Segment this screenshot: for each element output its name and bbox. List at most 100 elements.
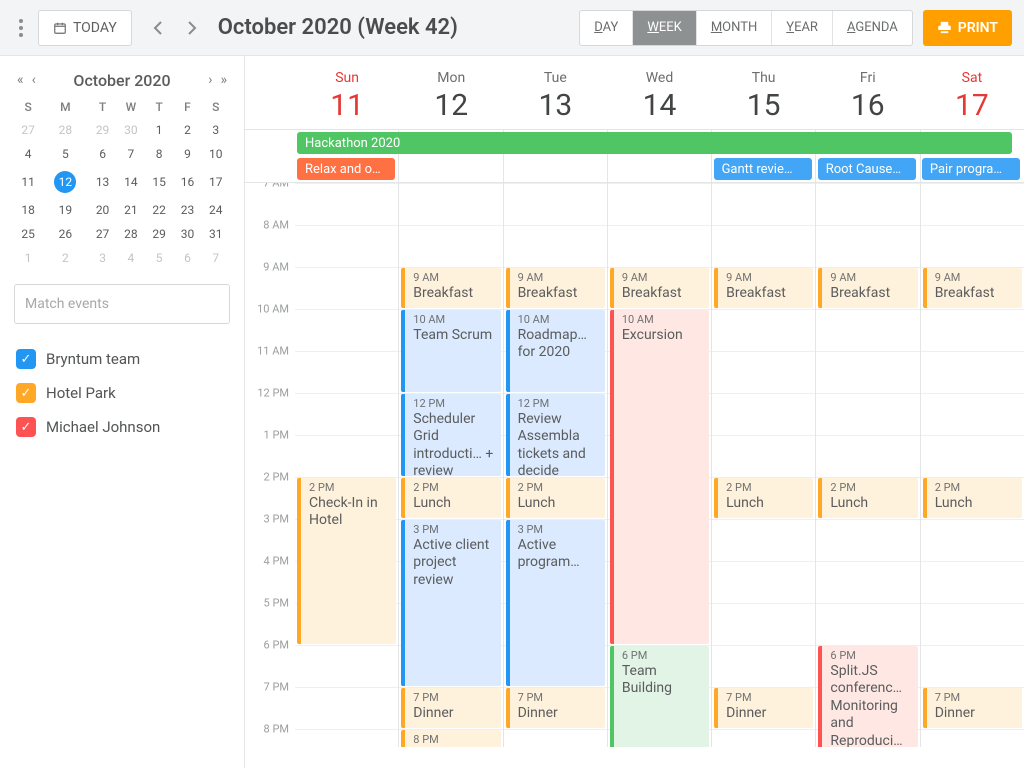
mini-day[interactable]: 5 bbox=[145, 246, 173, 270]
time-grid[interactable]: 7 AM8 AM9 AM10 AM11 AM12 PM1 PM2 PM3 PM4… bbox=[245, 183, 1024, 747]
view-month[interactable]: MONTH bbox=[697, 11, 772, 45]
calendar-event[interactable]: 9 AMBreakfast bbox=[610, 268, 709, 308]
day-header[interactable]: Tue13 bbox=[503, 56, 607, 129]
day-header[interactable]: Thu15 bbox=[712, 56, 816, 129]
view-week[interactable]: WEEK bbox=[633, 11, 696, 45]
allday-event[interactable]: Pair progra… bbox=[922, 158, 1020, 180]
mini-day[interactable]: 17 bbox=[202, 166, 230, 198]
mini-day[interactable]: 28 bbox=[42, 118, 88, 142]
mini-day[interactable]: 27 bbox=[88, 222, 116, 246]
overflow-menu-icon[interactable] bbox=[12, 13, 30, 43]
mini-day[interactable]: 25 bbox=[14, 222, 42, 246]
calendar-event[interactable]: 7 PMDinner bbox=[401, 688, 500, 728]
mini-day[interactable]: 26 bbox=[42, 222, 88, 246]
mini-day[interactable]: 20 bbox=[88, 198, 116, 222]
calendar-event[interactable]: 2 PMCheck-In in Hotel bbox=[297, 478, 396, 644]
calendar-event[interactable]: 9 AMBreakfast bbox=[818, 268, 917, 308]
view-agenda[interactable]: AGENDA bbox=[833, 11, 912, 45]
calendar-event[interactable]: 2 PMLunch bbox=[506, 478, 605, 518]
calendar-event[interactable]: 6 PMSplit.JS conferenc… Monitoring and R… bbox=[818, 646, 917, 747]
next-button[interactable] bbox=[176, 12, 208, 44]
allday-event[interactable]: Hackathon 2020 bbox=[297, 132, 1012, 154]
day-header[interactable]: Sat17 bbox=[920, 56, 1024, 129]
calendar-event[interactable]: 9 AMBreakfast bbox=[714, 268, 813, 308]
view-day[interactable]: DAY bbox=[580, 11, 633, 45]
day-column[interactable]: 9 AMBreakfast 2 PMLunch 7 PMDinner bbox=[711, 183, 815, 747]
day-header[interactable]: Fri16 bbox=[816, 56, 920, 129]
mini-day[interactable]: 2 bbox=[42, 246, 88, 270]
calendar-event[interactable]: 12 PMReview Assembla tickets and decide bbox=[506, 394, 605, 476]
calendar-event[interactable]: 9 AMBreakfast bbox=[401, 268, 500, 308]
calendar-event[interactable]: 3 PMActive program… bbox=[506, 520, 605, 686]
day-column[interactable]: 2 PMCheck-In in Hotel bbox=[295, 183, 398, 747]
calendar-event[interactable]: 2 PMLunch bbox=[923, 478, 1022, 518]
mini-day[interactable]: 9 bbox=[173, 142, 201, 166]
mini-day[interactable]: 7 bbox=[117, 142, 145, 166]
calendar-event[interactable]: 2 PMLunch bbox=[401, 478, 500, 518]
mini-day[interactable]: 21 bbox=[117, 198, 145, 222]
calendar-event[interactable]: 6 PMTeam Building bbox=[610, 646, 709, 747]
allday-event[interactable]: Gantt revie… bbox=[714, 158, 812, 180]
day-header[interactable]: Mon12 bbox=[399, 56, 503, 129]
mini-day[interactable]: 19 bbox=[42, 198, 88, 222]
mini-day[interactable]: 6 bbox=[173, 246, 201, 270]
mini-day[interactable]: 8 bbox=[145, 142, 173, 166]
mini-day[interactable]: 29 bbox=[88, 118, 116, 142]
view-year[interactable]: YEAR bbox=[772, 11, 833, 45]
day-header[interactable]: Sun11 bbox=[295, 56, 399, 129]
mini-prev-month[interactable]: ‹ bbox=[29, 70, 39, 90]
mini-day[interactable]: 6 bbox=[88, 142, 116, 166]
mini-day[interactable]: 18 bbox=[14, 198, 42, 222]
mini-day[interactable]: 11 bbox=[14, 166, 42, 198]
day-header[interactable]: Wed14 bbox=[607, 56, 711, 129]
search-input[interactable] bbox=[14, 284, 230, 324]
mini-next-month[interactable]: › bbox=[205, 70, 215, 90]
calendar-event[interactable]: 8 PM bbox=[401, 730, 500, 747]
mini-day[interactable]: 5 bbox=[42, 142, 88, 166]
mini-day[interactable]: 29 bbox=[145, 222, 173, 246]
mini-day[interactable]: 27 bbox=[14, 118, 42, 142]
calendar-event[interactable]: 10 AMTeam Scrum bbox=[401, 310, 500, 392]
mini-day[interactable]: 1 bbox=[145, 118, 173, 142]
mini-day[interactable]: 16 bbox=[173, 166, 201, 198]
today-button[interactable]: TODAY bbox=[38, 10, 132, 46]
calendar-event[interactable]: 9 AMBreakfast bbox=[923, 268, 1022, 308]
mini-day[interactable]: 2 bbox=[173, 118, 201, 142]
print-button[interactable]: PRINT bbox=[923, 10, 1012, 46]
mini-day[interactable]: 4 bbox=[14, 142, 42, 166]
day-column[interactable]: 9 AMBreakfast 2 PMLunch 6 PMSplit.JS confe… bbox=[815, 183, 919, 747]
mini-day[interactable]: 3 bbox=[88, 246, 116, 270]
allday-event[interactable]: Relax and o… bbox=[297, 158, 395, 180]
mini-day[interactable]: 30 bbox=[173, 222, 201, 246]
calendar-event[interactable]: 3 PMActive client project review bbox=[401, 520, 500, 686]
allday-event[interactable]: Root Cause… bbox=[818, 158, 916, 180]
calendar-event[interactable]: 12 PMScheduler Grid introducti… + review bbox=[401, 394, 500, 476]
calendar-event[interactable]: 10 AMExcursion bbox=[610, 310, 709, 644]
day-column[interactable]: 9 AMBreakfast10 AMTeam Scrum12 PMSchedul… bbox=[398, 183, 502, 747]
calendar-event[interactable]: 10 AMRoadmap… for 2020 bbox=[506, 310, 605, 392]
mini-day[interactable]: 14 bbox=[117, 166, 145, 198]
calendar-event[interactable]: 7 PMDinner bbox=[506, 688, 605, 728]
mini-day[interactable]: 13 bbox=[88, 166, 116, 198]
day-column[interactable]: 9 AMBreakfast10 AMRoadmap… for 202012 PM… bbox=[503, 183, 607, 747]
mini-day[interactable]: 3 bbox=[202, 118, 230, 142]
calendar-event[interactable]: 7 PMDinner bbox=[714, 688, 813, 728]
calendar-event[interactable]: 9 AMBreakfast bbox=[506, 268, 605, 308]
mini-day[interactable]: 7 bbox=[202, 246, 230, 270]
day-column[interactable]: 9 AMBreakfast10 AMExcursion6 PMTeam Buil… bbox=[607, 183, 711, 747]
calendar-toggle[interactable]: ✓Michael Johnson bbox=[14, 410, 230, 444]
mini-day[interactable]: 28 bbox=[117, 222, 145, 246]
mini-day[interactable]: 15 bbox=[145, 166, 173, 198]
mini-day[interactable]: 4 bbox=[117, 246, 145, 270]
prev-button[interactable] bbox=[142, 12, 174, 44]
calendar-event[interactable]: 2 PMLunch bbox=[818, 478, 917, 518]
mini-day[interactable]: 30 bbox=[117, 118, 145, 142]
mini-day[interactable]: 12 bbox=[42, 166, 88, 198]
day-column[interactable]: 9 AMBreakfast2 PMLunch7 PMDinner bbox=[920, 183, 1024, 747]
mini-next-year[interactable]: » bbox=[217, 70, 230, 90]
mini-day[interactable]: 10 bbox=[202, 142, 230, 166]
calendar-toggle[interactable]: ✓Hotel Park bbox=[14, 376, 230, 410]
mini-day[interactable]: 31 bbox=[202, 222, 230, 246]
calendar-event[interactable]: 2 PMLunch bbox=[714, 478, 813, 518]
mini-day[interactable]: 23 bbox=[173, 198, 201, 222]
